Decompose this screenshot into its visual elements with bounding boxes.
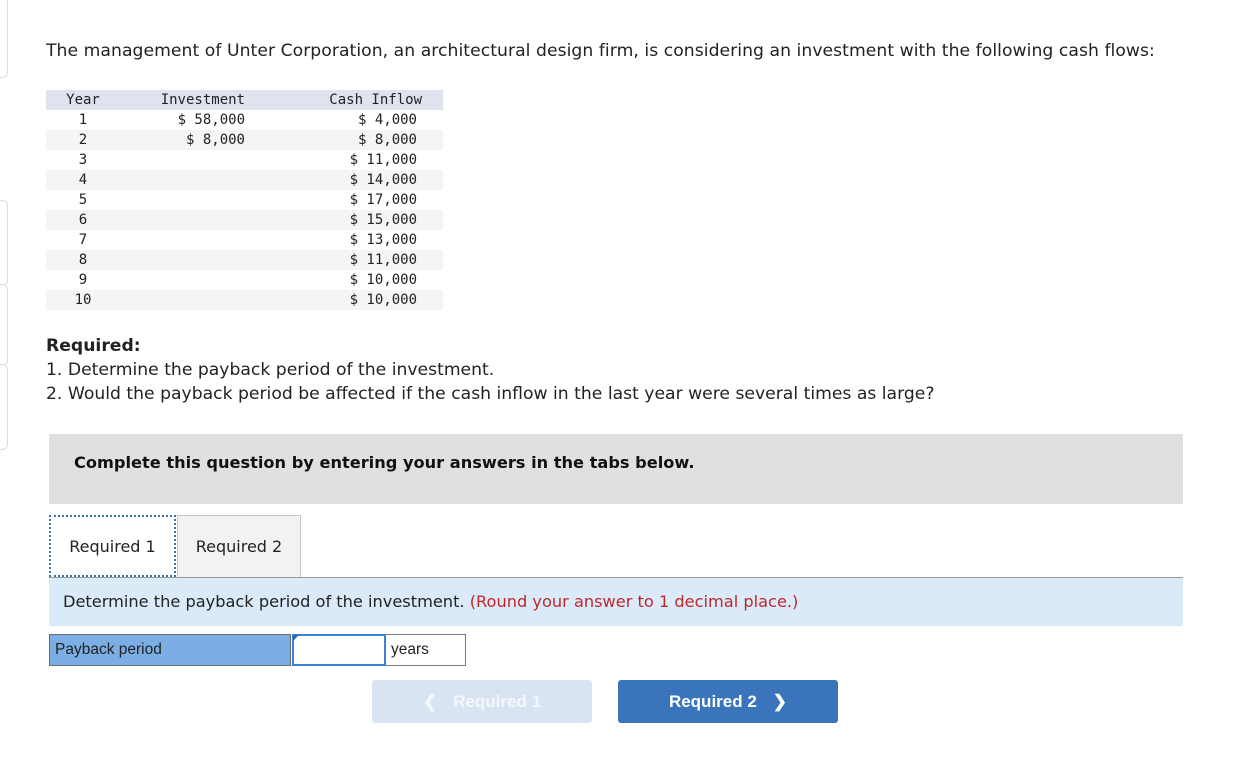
required-heading: Required: <box>46 336 141 356</box>
question-prompt: Determine the payback period of the inve… <box>49 578 1183 626</box>
cell-cash-inflow: $ 17,000 <box>349 192 417 208</box>
cell-year: 10 <box>74 292 92 308</box>
payback-period-input[interactable] <box>292 634 386 666</box>
header-year: Year <box>66 92 100 108</box>
next-required-button[interactable]: Required 2 ❯ <box>618 680 838 723</box>
instruction-banner: Complete this question by entering your … <box>49 434 1183 504</box>
prev-required-button[interactable]: ❮ Required 1 <box>372 680 592 723</box>
cash-flow-table: Year Investment Cash Inflow 1 $ 58,000 $ 4… <box>46 90 443 310</box>
cell-cash-inflow: $ 10,000 <box>349 272 417 288</box>
cell-year: 4 <box>78 172 88 188</box>
prev-required-label: Required 1 <box>453 691 542 711</box>
prompt-text: Determine the payback period of the inve… <box>63 592 465 611</box>
prompt-text-wrapper: Determine the payback period of the inve… <box>63 592 798 611</box>
chevron-right-icon: ❯ <box>772 691 788 711</box>
cell-year: 7 <box>78 232 88 248</box>
cell-investment <box>120 230 245 250</box>
cell-cash-inflow: $ 8,000 <box>357 132 417 148</box>
cell-year: 3 <box>78 152 88 168</box>
table-row: 6 $ 15,000 <box>46 210 443 230</box>
cell-cash-inflow: $ 11,000 <box>349 252 417 268</box>
cell-year: 6 <box>78 212 88 228</box>
cell-investment <box>120 210 245 230</box>
cell-investment: $ 8,000 <box>185 132 245 148</box>
table-row: 3 $ 11,000 <box>46 150 443 170</box>
tab-required-1[interactable]: Required 1 <box>49 515 176 577</box>
input-flag-icon <box>293 635 299 641</box>
cell-investment <box>120 150 245 170</box>
table-row: 5 $ 17,000 <box>46 190 443 210</box>
header-investment: Investment <box>160 92 245 108</box>
cell-year: 8 <box>78 252 88 268</box>
required-item-1: 1. Determine the payback period of the i… <box>46 360 495 380</box>
unit-label: years <box>386 634 466 666</box>
cell-cash-inflow: $ 11,000 <box>349 152 417 168</box>
cell-investment: $ 58,000 <box>177 112 245 128</box>
cell-year: 1 <box>78 112 88 128</box>
required-item-2: 2. Would the payback period be affected … <box>46 384 935 404</box>
header-cash-inflow: Cash Inflow <box>329 92 422 108</box>
table-row: 2 $ 8,000 $ 8,000 <box>46 130 443 150</box>
instruction-text: Complete this question by entering your … <box>74 453 695 472</box>
problem-intro: The management of Unter Corporation, an … <box>46 41 1155 61</box>
cell-cash-inflow: $ 4,000 <box>357 112 417 128</box>
payback-period-label: Payback period <box>49 634 291 666</box>
next-required-label: Required 2 <box>668 691 757 711</box>
cell-investment <box>120 270 245 290</box>
cell-cash-inflow: $ 10,000 <box>349 292 417 308</box>
cell-investment <box>120 290 245 310</box>
side-panel-edge <box>0 0 8 78</box>
table-row: 10 $ 10,000 <box>46 290 443 310</box>
side-panel-edge <box>0 364 8 450</box>
cell-cash-inflow: $ 14,000 <box>349 172 417 188</box>
rounding-hint: (Round your answer to 1 decimal place.) <box>469 592 799 611</box>
cell-year: 2 <box>78 132 88 148</box>
side-panel-edge <box>0 200 8 286</box>
cell-year: 5 <box>78 192 88 208</box>
side-panel-edge <box>0 284 8 366</box>
required-section: Required: 1. Determine the payback perio… <box>46 334 934 406</box>
cell-investment <box>120 250 245 270</box>
table-row: 7 $ 13,000 <box>46 230 443 250</box>
cell-year: 9 <box>78 272 88 288</box>
cell-cash-inflow: $ 13,000 <box>349 232 417 248</box>
tab-required-2[interactable]: Required 2 <box>177 515 301 577</box>
chevron-left-icon: ❮ <box>422 691 438 711</box>
cell-investment <box>120 170 245 190</box>
cell-cash-inflow: $ 15,000 <box>349 212 417 228</box>
table-row: 1 $ 58,000 $ 4,000 <box>46 110 443 130</box>
table-row: 4 $ 14,000 <box>46 170 443 190</box>
table-row: 8 $ 11,000 <box>46 250 443 270</box>
cell-investment <box>120 190 245 210</box>
table-header-row: Year Investment Cash Inflow <box>46 90 443 110</box>
table-row: 9 $ 10,000 <box>46 270 443 290</box>
